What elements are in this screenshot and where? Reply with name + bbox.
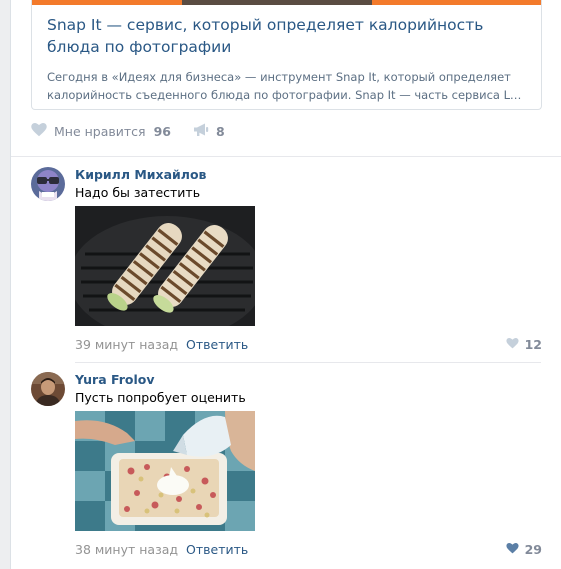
comment-meta: 38 минут назад Ответить (75, 542, 248, 557)
shared-link-card[interactable]: Snap It — сервис, который определяет кал… (31, 0, 542, 110)
card-description: Сегодня в «Идеях для бизнеса» — инструме… (47, 68, 527, 104)
heart-icon (31, 122, 47, 140)
comment-meta: 39 минут назад Ответить (75, 337, 248, 352)
comment-like-count: 29 (524, 542, 542, 557)
comment-photo[interactable] (75, 206, 255, 326)
reply-button[interactable]: Ответить (186, 337, 248, 352)
comment-photo[interactable] (75, 411, 255, 531)
card-description-line: Сегодня в «Идеях для бизнеса» — инструме… (47, 70, 511, 84)
megaphone-icon (193, 123, 209, 140)
reply-button[interactable]: Ответить (186, 542, 248, 557)
comment-text: Пусть попробует оценить (75, 390, 246, 405)
comment-like-button[interactable]: 12 (506, 337, 542, 352)
divider (75, 362, 541, 363)
comment-like-button[interactable]: 29 (506, 542, 542, 557)
post-actions: Мне нравится 96 8 (31, 121, 247, 141)
avatar[interactable] (31, 372, 65, 406)
comment-like-count: 12 (524, 337, 542, 352)
card-image-edge (32, 0, 541, 5)
like-button[interactable]: Мне нравится 96 (31, 122, 171, 140)
comment: Yura Frolov Пусть попробует оценить 38 м… (31, 372, 542, 562)
comment-time[interactable]: 39 минут назад (75, 337, 178, 352)
card-title[interactable]: Snap It — сервис, который определяет кал… (47, 14, 527, 58)
card-description-line: калорийность съеденного блюда по фотогра… (47, 88, 527, 102)
share-count: 8 (215, 123, 225, 139)
heart-icon (506, 542, 519, 557)
heart-icon (506, 337, 519, 352)
like-label: Мне нравится (54, 123, 146, 139)
post-panel: Snap It — сервис, который определяет кал… (10, 0, 561, 569)
comment: Кирилл Михайлов Надо бы затестить 39 мин… (31, 167, 542, 357)
like-count: 96 (153, 123, 171, 139)
comment-author[interactable]: Кирилл Михайлов (75, 167, 206, 183)
divider (11, 156, 561, 157)
comment-text: Надо бы затестить (75, 185, 201, 200)
comment-author[interactable]: Yura Frolov (75, 372, 155, 388)
share-button[interactable]: 8 (193, 123, 225, 140)
comment-time[interactable]: 38 минут назад (75, 542, 178, 557)
avatar[interactable] (31, 167, 65, 201)
